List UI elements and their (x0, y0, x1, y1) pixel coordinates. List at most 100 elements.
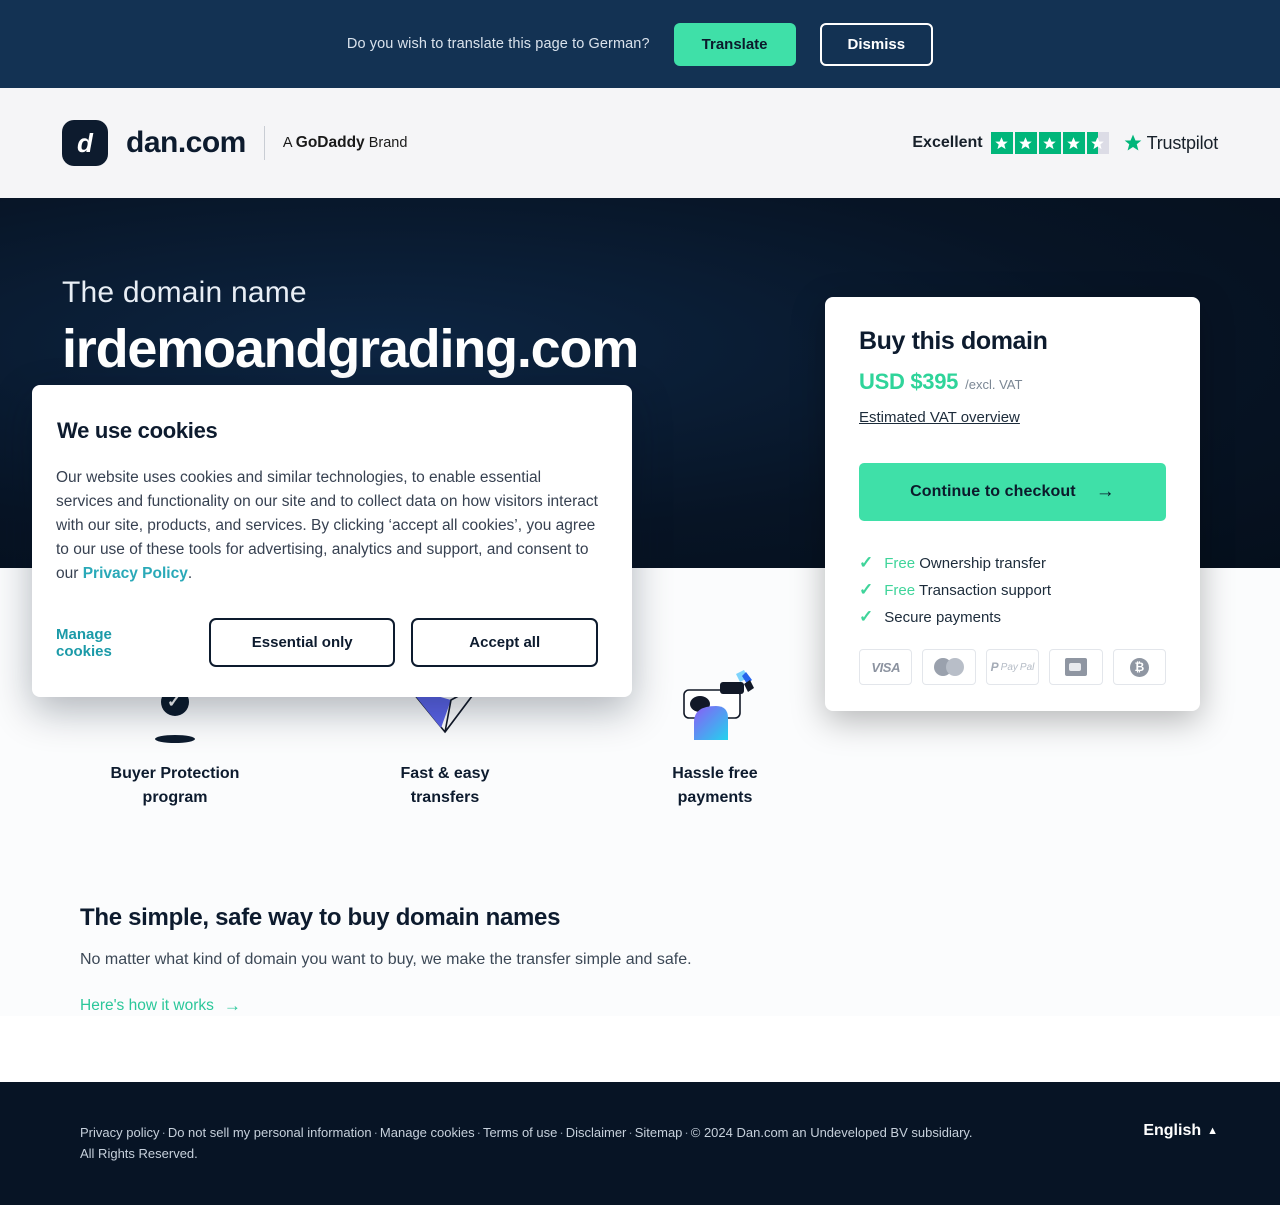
bitcoin-logo-icon: ₿ (1112, 649, 1167, 685)
paypal-label: Pay (1000, 661, 1018, 673)
feature-label: Hassle free payments (620, 762, 810, 810)
price-row: USD $395 /excl. VAT (859, 369, 1166, 395)
accept-all-button[interactable]: Accept all (411, 618, 598, 667)
buy-domain-card: Buy this domain USD $395 /excl. VAT Esti… (825, 297, 1200, 711)
star-icon (1014, 132, 1037, 154)
trustpilot-rating[interactable]: Excellent Trustpilot (912, 132, 1218, 154)
brand-divider (263, 126, 265, 160)
feature-label: Fast & easy transfers (350, 762, 540, 810)
footer-separator: · (559, 1125, 564, 1140)
how-it-works-link[interactable]: Here's how it works → (80, 996, 241, 1016)
essential-only-button[interactable]: Essential only (208, 618, 396, 667)
paypal-logo-icon: P Pay Pal (985, 649, 1040, 685)
benefit-free-tag: Free (884, 554, 916, 572)
footer-link-terms-of-use[interactable]: Terms of use (483, 1125, 557, 1140)
trustpilot-rating-word: Excellent (912, 134, 983, 151)
site-footer: Privacy policy · Do not sell my personal i… (0, 1082, 1280, 1205)
brand-logo[interactable]: d dan.com A GoDaddy Brand (62, 120, 407, 166)
benefit-item: ✓ Secure payments (859, 607, 1166, 627)
star-icon (990, 132, 1013, 154)
bitcoin-glyph: ₿ (1129, 657, 1149, 677)
cookie-consent-dialog: We use cookies Our website uses cookies … (32, 385, 632, 697)
privacy-policy-link[interactable]: Privacy Policy (83, 565, 188, 582)
trustpilot-star-icon (1124, 134, 1141, 151)
checkout-label: Continue to checkout (910, 483, 1076, 500)
cookie-dialog-title: We use cookies (57, 418, 218, 443)
check-icon: ✓ (859, 580, 874, 599)
footer-link-disclaimer[interactable]: Disclaimer (566, 1125, 627, 1140)
footer-separator: · (628, 1125, 633, 1140)
trustpilot-stars (990, 132, 1109, 154)
feature-label-line1: Hassle free (672, 765, 758, 782)
cookie-dialog-body: Our website uses cookies and similar tec… (56, 466, 598, 586)
vat-overview-link[interactable]: Estimated VAT overview (859, 409, 1020, 426)
benefit-free-tag: Free (884, 581, 916, 599)
footer-link-sitemap[interactable]: Sitemap (635, 1125, 683, 1140)
visa-logo-icon: VISA (859, 649, 913, 685)
dismiss-translate-button[interactable]: Dismiss (819, 22, 934, 66)
benefits-list: ✓ Free Ownership transfer ✓ Free Transac… (859, 553, 1166, 627)
dan-logo-icon: d (62, 120, 108, 166)
check-icon: ✓ (859, 553, 874, 572)
trustpilot-brand-label: Trustpilot (1146, 132, 1219, 153)
paypal-p-glyph: P (990, 660, 999, 674)
chevron-up-icon: ▲ (1207, 1125, 1218, 1137)
info-paragraph: No matter what kind of domain you want t… (80, 951, 692, 968)
info-section: The simple, safe way to buy domain names… (0, 810, 1280, 1016)
feature-label-line2: transfers (410, 789, 480, 806)
buy-card-title: Buy this domain (859, 327, 1048, 355)
benefit-text: Ownership transfer (915, 554, 1046, 572)
paypal-label2: Pal (1019, 661, 1035, 673)
benefit-text: Secure payments (884, 608, 1001, 626)
footer-separator: · (373, 1125, 378, 1140)
feature-label-line1: Fast & easy (400, 765, 490, 782)
hero-domain-name: irdemoandgrading.com (62, 319, 639, 379)
payment-methods: VISA P Pay Pal ₿ (859, 649, 1167, 685)
feature-label-line2: program (142, 789, 208, 806)
translate-prompt-text: Do you wish to translate this page to Ge… (346, 36, 650, 52)
arrow-right-icon: → (223, 996, 241, 1015)
arrow-right-icon: → (1095, 481, 1115, 502)
bank-transfer-logo-icon (1049, 649, 1103, 685)
byline-prefix: A (282, 135, 296, 151)
language-label: English (1143, 1122, 1202, 1139)
benefit-item: ✓ Free Ownership transfer (859, 553, 1166, 573)
info-heading: The simple, safe way to buy domain names (80, 904, 561, 931)
half-star-icon (1086, 132, 1109, 154)
benefit-text: Transaction support (915, 581, 1052, 599)
domain-price: USD $395 (859, 369, 959, 394)
cookie-body-text-end: . (187, 565, 193, 582)
how-it-works-label: Here's how it works (80, 997, 214, 1014)
godaddy-byline: A GoDaddy Brand (283, 134, 408, 152)
footer-link-do-not-sell[interactable]: Do not sell my personal information (168, 1125, 372, 1140)
footer-link-manage-cookies[interactable]: Manage cookies (380, 1125, 475, 1140)
manage-cookies-link[interactable]: Manage cookies (56, 626, 171, 660)
check-icon: ✓ (859, 607, 874, 626)
wallet-hand-icon (620, 664, 810, 740)
cookie-dialog-actions: Manage cookies Essential only Accept all (56, 618, 598, 667)
footer-separator: · (684, 1125, 689, 1140)
star-icon (1038, 132, 1061, 154)
language-selector[interactable]: English ▲ (1143, 1122, 1218, 1205)
feature-hassle-free-payments: Hassle free payments (620, 664, 810, 810)
byline-suffix: Brand (364, 135, 408, 151)
feature-label: Buyer Protection program (80, 762, 270, 810)
footer-link-privacy-policy[interactable]: Privacy policy (80, 1125, 159, 1140)
hero-eyebrow: The domain name (62, 276, 307, 309)
visa-label: VISA (871, 659, 901, 675)
translate-bar: Do you wish to translate this page to Ge… (0, 0, 1280, 88)
continue-to-checkout-button[interactable]: Continue to checkout → (859, 463, 1166, 521)
byline-brand: GoDaddy (295, 134, 365, 151)
footer-separator: · (476, 1125, 481, 1140)
site-header: d dan.com A GoDaddy Brand Excellent Trus… (0, 88, 1280, 198)
translate-button[interactable]: Translate (673, 22, 796, 66)
mastercard-logo-icon (922, 649, 976, 685)
trustpilot-brand: Trustpilot (1123, 133, 1218, 154)
brand-name: dan.com (126, 126, 246, 159)
star-icon (1062, 132, 1085, 154)
benefit-item: ✓ Free Transaction support (859, 580, 1166, 600)
feature-label-line2: payments (677, 789, 753, 806)
feature-label-line1: Buyer Protection (110, 765, 240, 782)
footer-separator: · (161, 1125, 166, 1140)
price-vat-note: /excl. VAT (965, 377, 1023, 392)
